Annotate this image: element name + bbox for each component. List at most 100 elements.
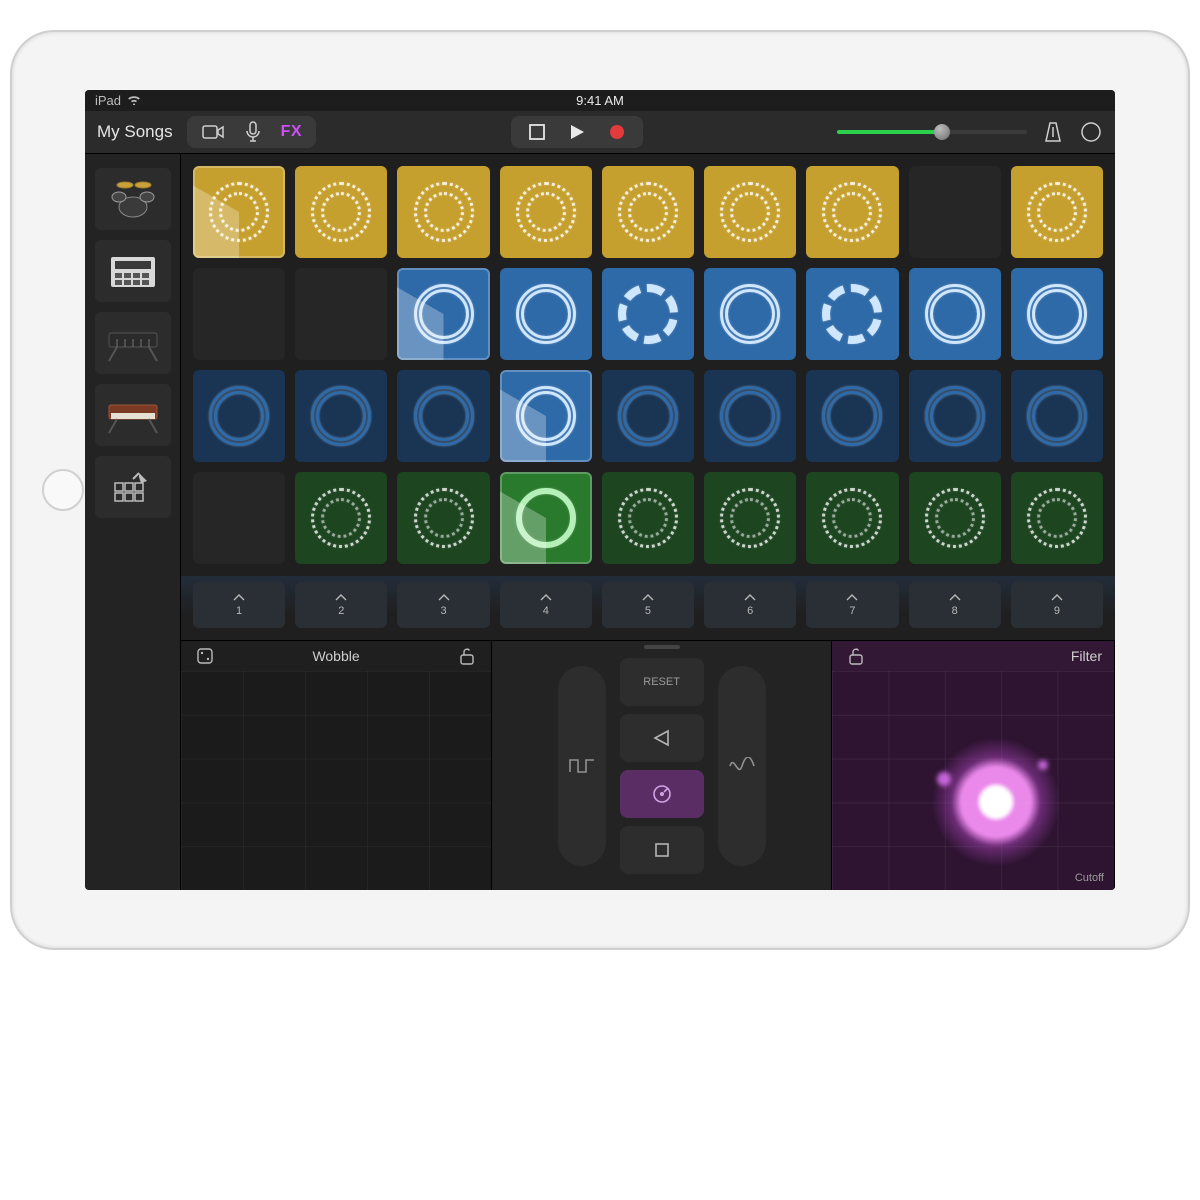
reverse-button[interactable]: [620, 714, 704, 762]
loop-cell[interactable]: [704, 370, 796, 462]
loop-cell[interactable]: [909, 268, 1001, 360]
fx-panel: Wobble RESET: [181, 640, 1115, 890]
column-trigger[interactable]: 8: [909, 582, 1001, 628]
settings-icon[interactable]: [1079, 120, 1103, 144]
grid-edit-button[interactable]: [95, 456, 171, 518]
column-trigger[interactable]: 9: [1011, 582, 1103, 628]
loop-cell[interactable]: [602, 370, 694, 462]
loop-cell[interactable]: [1011, 472, 1103, 564]
back-button[interactable]: My Songs: [97, 122, 173, 142]
xy-pad-right: Filter Cutoff: [832, 641, 1115, 890]
content: 123456789 Wobble: [85, 154, 1115, 890]
loop-cell[interactable]: [909, 472, 1001, 564]
panel-drag-handle[interactable]: [644, 645, 680, 649]
column-trigger[interactable]: 2: [295, 582, 387, 628]
loop-cell[interactable]: [806, 370, 898, 462]
volume-slider[interactable]: [837, 130, 1027, 134]
loop-cell[interactable]: [806, 166, 898, 258]
loop-cell[interactable]: [500, 370, 592, 462]
loop-cell[interactable]: [602, 268, 694, 360]
volume-track[interactable]: [837, 130, 1027, 134]
loop-cell[interactable]: [806, 268, 898, 360]
scratch-button[interactable]: [620, 770, 704, 818]
xy-touch-glow: [926, 732, 1066, 872]
loop-cell[interactable]: [602, 166, 694, 258]
lock-icon[interactable]: [455, 644, 479, 668]
randomize-icon[interactable]: [193, 644, 217, 668]
playhead-wedge: [500, 472, 592, 564]
loop-cell[interactable]: [1011, 166, 1103, 258]
stop-icon: [654, 842, 670, 858]
loop-cell[interactable]: [193, 268, 285, 360]
record-button[interactable]: [605, 120, 629, 144]
column-trigger[interactable]: 5: [602, 582, 694, 628]
chevron-up-icon: [1051, 594, 1063, 601]
loop-cell[interactable]: [500, 268, 592, 360]
camera-icon[interactable]: [201, 120, 225, 144]
loop-cell[interactable]: [397, 370, 489, 462]
loop-cell[interactable]: [397, 166, 489, 258]
loop-cell[interactable]: [500, 472, 592, 564]
loop-cell[interactable]: [1011, 268, 1103, 360]
chevron-up-icon: [642, 594, 654, 601]
lock-icon[interactable]: [844, 644, 868, 668]
chevron-up-icon: [335, 594, 347, 601]
loop-cell[interactable]: [295, 370, 387, 462]
loop-cell[interactable]: [295, 268, 387, 360]
toolbar: My Songs FX: [85, 111, 1115, 154]
loop-cell[interactable]: [500, 166, 592, 258]
track-sampler[interactable]: [95, 240, 171, 302]
turntable-icon: [651, 783, 673, 805]
loop-cell[interactable]: [602, 472, 694, 564]
xy-pad-left: Wobble: [181, 641, 492, 890]
home-button[interactable]: [42, 469, 84, 511]
loop-cell[interactable]: [295, 166, 387, 258]
column-trigger[interactable]: 4: [500, 582, 592, 628]
center-fx-controls: RESET: [492, 641, 832, 890]
view-mode-group: FX: [187, 116, 316, 148]
column-trigger[interactable]: 6: [704, 582, 796, 628]
loop-cell[interactable]: [806, 472, 898, 564]
clock: 9:41 AM: [576, 93, 624, 108]
mic-icon[interactable]: [241, 120, 265, 144]
loop-cell[interactable]: [397, 268, 489, 360]
track-drums[interactable]: [95, 168, 171, 230]
play-button[interactable]: [565, 120, 589, 144]
transport-group: [511, 116, 643, 148]
playhead-wedge: [193, 166, 285, 258]
loop-cell[interactable]: [704, 166, 796, 258]
loop-cell[interactable]: [704, 472, 796, 564]
loop-cell[interactable]: [1011, 370, 1103, 462]
track-synth[interactable]: [95, 384, 171, 446]
column-trigger[interactable]: 1: [193, 582, 285, 628]
stop-button[interactable]: [525, 120, 549, 144]
track-keyboard[interactable]: [95, 312, 171, 374]
column-trigger[interactable]: 3: [397, 582, 489, 628]
reset-button[interactable]: RESET: [620, 658, 704, 706]
left-vertical-slider[interactable]: [558, 666, 606, 866]
playhead-wedge: [397, 268, 489, 360]
xy-x-axis-label: Cutoff: [1075, 872, 1104, 884]
xy-pad-right-surface[interactable]: Cutoff: [832, 671, 1114, 890]
loop-cell[interactable]: [193, 370, 285, 462]
loop-cell[interactable]: [295, 472, 387, 564]
loop-cell[interactable]: [193, 166, 285, 258]
xy-left-title: Wobble: [217, 648, 455, 664]
right-vertical-slider[interactable]: [718, 666, 766, 866]
loop-cell[interactable]: [909, 370, 1001, 462]
chevron-up-icon: [846, 594, 858, 601]
fx-toggle[interactable]: FX: [281, 123, 302, 141]
playhead-wedge: [500, 370, 592, 462]
metronome-icon[interactable]: [1041, 120, 1065, 144]
loop-cell[interactable]: [909, 166, 1001, 258]
volume-thumb[interactable]: [934, 124, 950, 140]
column-trigger[interactable]: 7: [806, 582, 898, 628]
loop-cell[interactable]: [704, 268, 796, 360]
stop-fx-button[interactable]: [620, 826, 704, 874]
chevron-up-icon: [233, 594, 245, 601]
square-wave-icon: [569, 757, 595, 775]
loop-cell[interactable]: [193, 472, 285, 564]
xy-pad-left-surface[interactable]: [181, 671, 491, 890]
loop-cell[interactable]: [397, 472, 489, 564]
sine-wave-icon: [729, 757, 755, 775]
